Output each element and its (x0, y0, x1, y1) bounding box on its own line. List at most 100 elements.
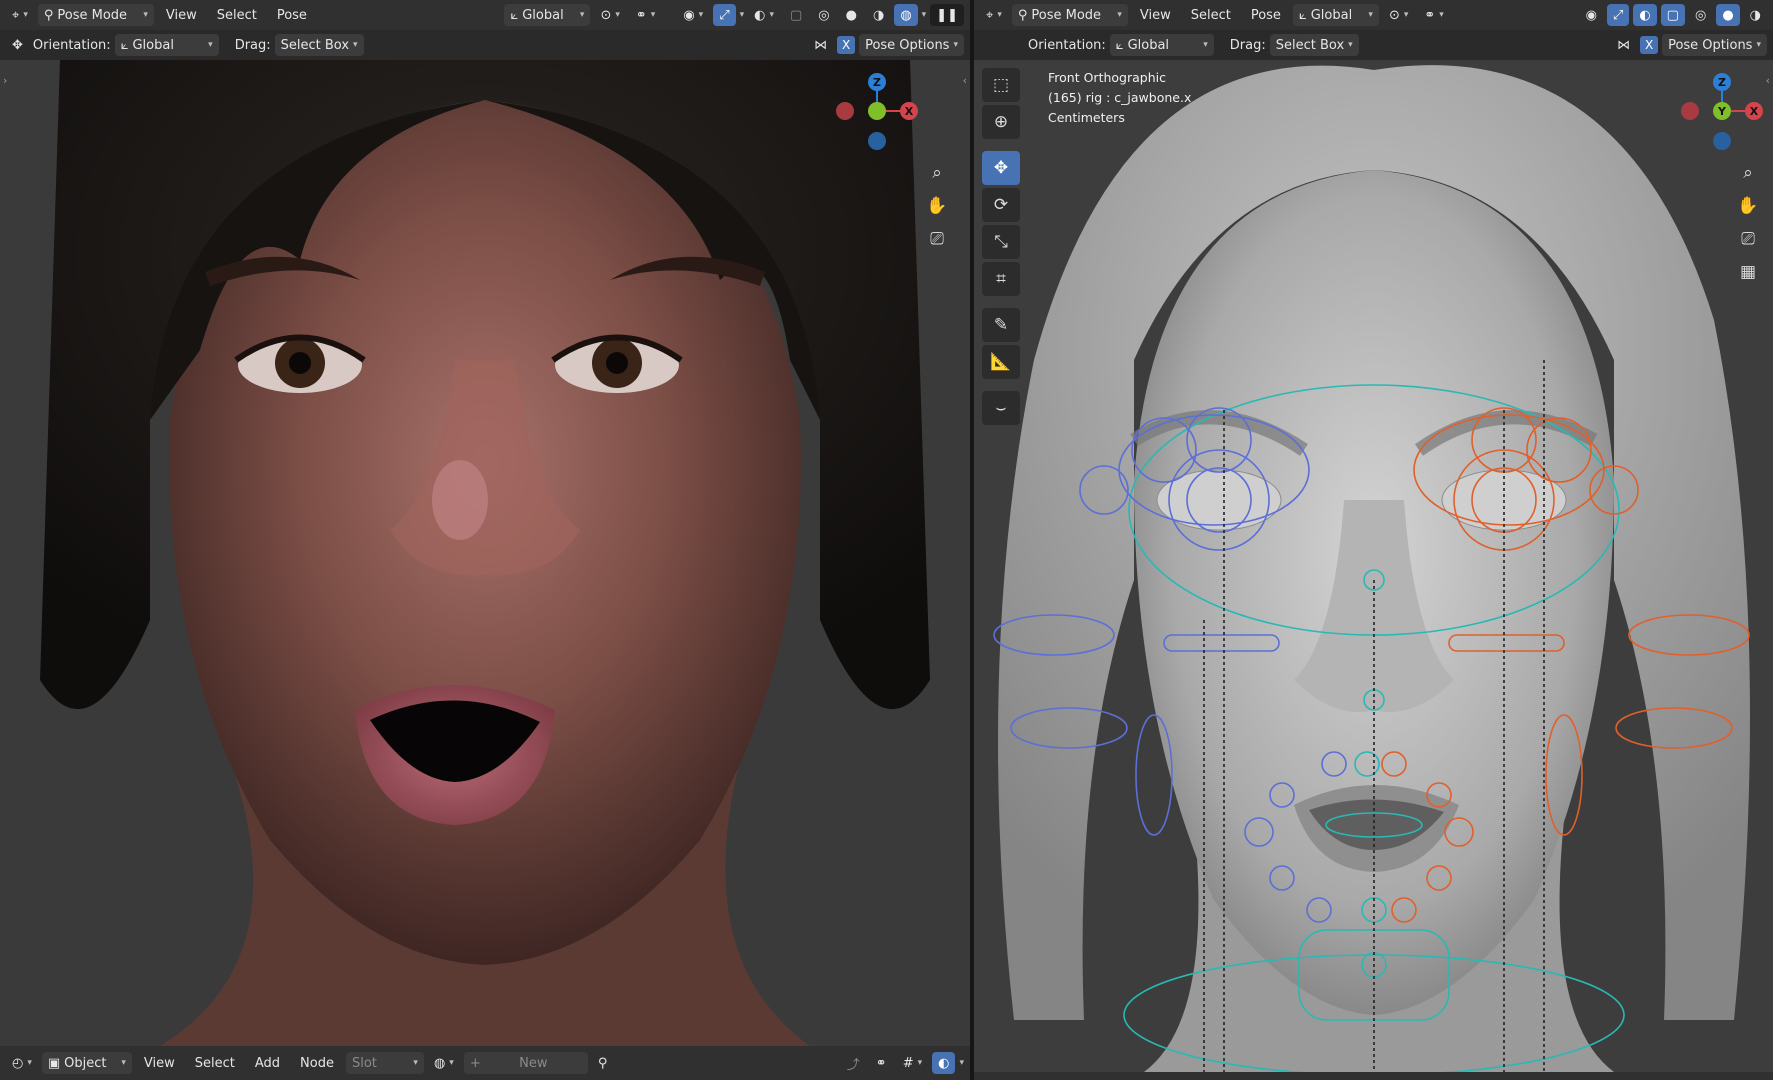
gizmo-neg-z-axis[interactable] (868, 132, 886, 150)
editor-type-button[interactable]: ⌖ ▾ (6, 4, 34, 26)
shading-solid-button[interactable]: ● (840, 4, 863, 26)
shading-material-button[interactable]: ◑ (867, 4, 890, 26)
slot-dropdown[interactable]: Slot ▾ (345, 1052, 424, 1074)
menu-pose[interactable]: Pose (1243, 8, 1289, 23)
gizmo-neg-z-axis[interactable] (1713, 132, 1731, 150)
rotate-icon[interactable]: ⟳ (982, 188, 1020, 222)
snap-button[interactable]: ⚭ ▾ (1418, 4, 1449, 26)
hand-pan-icon[interactable]: ✋ (924, 193, 950, 219)
menu-select[interactable]: Select (187, 1056, 243, 1071)
orientation-dropdown[interactable]: ⟀ Global ▾ (1109, 34, 1214, 56)
right-region-toggle-icon[interactable]: ‹ (963, 74, 967, 87)
right-viewport-header: ⌖ ▾ ⚲ Pose Mode ▾ View Select Pose ⟀ Glob… (974, 0, 1773, 30)
shading-material-button[interactable]: ◑ (1744, 4, 1767, 26)
mirror-options-button[interactable]: ⋈ (808, 34, 833, 56)
transform-orientation-dropdown[interactable]: ⟀ Global ▾ (504, 4, 591, 26)
mirror-options-button[interactable]: ⋈ (1611, 34, 1636, 56)
measure-icon[interactable]: 📐 (982, 345, 1020, 379)
menu-add[interactable]: Add (247, 1056, 288, 1071)
snap-icon: ⚭ (635, 7, 647, 23)
chevron-down-icon[interactable]: ▾ (959, 1058, 964, 1068)
shading-solid-button[interactable]: ● (1716, 4, 1740, 26)
menu-select[interactable]: Select (209, 8, 265, 23)
x-mirror-toggle[interactable]: X (837, 36, 856, 54)
gizmo-toggle[interactable]: ⤢ (1606, 4, 1630, 26)
drag-dropdown[interactable]: Select Box ▾ (1269, 34, 1359, 56)
grid-toggle-icon[interactable]: ▦ (1735, 259, 1761, 285)
shading-wireframe-button[interactable]: ◎ (1689, 4, 1712, 26)
material-browse-button[interactable]: ◍ ▾ (428, 1052, 460, 1074)
snap-button[interactable]: ⚭ ▾ (630, 4, 661, 26)
mode-selector[interactable]: ⚲ Pose Mode ▾ (1011, 4, 1128, 26)
overlay-toggle[interactable]: ◐ (1633, 4, 1657, 26)
zoom-icon[interactable]: ⌕ (1735, 160, 1761, 186)
annotate-icon[interactable]: ✎ (982, 308, 1020, 342)
camera-icon[interactable]: ⎚ (1735, 226, 1761, 252)
camera-icon[interactable]: ⎚ (924, 226, 950, 252)
snap-element-button[interactable]: # ▾ (897, 1052, 928, 1074)
gizmo-z-axis[interactable]: Z (868, 73, 886, 91)
rendered-viewport[interactable]: › ‹ Z X ⌕ ✋ ⎚ (0, 60, 970, 1046)
visibility-button[interactable]: ◉ (1580, 4, 1603, 26)
chevron-down-icon: ▾ (1439, 10, 1444, 20)
mode-selector[interactable]: ⚲ Pose Mode ▾ (37, 4, 154, 26)
menu-node[interactable]: Node (292, 1056, 342, 1071)
gizmo-y-axis[interactable] (868, 102, 886, 120)
drag-dropdown[interactable]: Select Box ▾ (274, 34, 364, 56)
xray-toggle[interactable]: ▢ (1660, 4, 1685, 26)
select-box-icon[interactable]: ⬚ (982, 68, 1020, 102)
mirror-icon: ⋈ (814, 37, 828, 53)
pivot-point-button[interactable]: ⊙ ▾ (1383, 4, 1414, 26)
transform-icon[interactable]: ⌗ (982, 262, 1020, 296)
orientation-dropdown[interactable]: ⟀ Global ▾ (114, 34, 219, 56)
zoom-icon[interactable]: ⌕ (924, 160, 950, 186)
navigation-gizmo[interactable]: Z X (832, 66, 922, 156)
visibility-button[interactable]: ◉ ▾ (677, 4, 709, 26)
menu-pose[interactable]: Pose (269, 8, 315, 23)
navigation-gizmo[interactable]: Z X Y (1677, 66, 1767, 156)
chevron-down-icon[interactable]: ▾ (740, 10, 745, 20)
pause-render-button[interactable]: ❚❚ (930, 4, 964, 26)
move-icon[interactable]: ✥ (982, 151, 1020, 185)
material-shading-icon: ◑ (1749, 7, 1761, 23)
overlay-toggle[interactable]: ◐ ▾ (748, 4, 780, 26)
shader-type-dropdown[interactable]: ▣ Object ▾ (41, 1052, 132, 1074)
scale-icon[interactable]: ⤡ (982, 225, 1020, 259)
gizmo-x-axis[interactable]: X (1745, 102, 1763, 120)
solid-viewport[interactable]: Front Orthographic (165) rig : c_jawbone… (974, 60, 1773, 1072)
gizmo-neg-x-axis[interactable] (1681, 102, 1699, 120)
pose-options-dropdown[interactable]: Pose Options ▾ (1662, 34, 1767, 56)
left-region-toggle-icon[interactable]: › (3, 74, 7, 87)
menu-view[interactable]: View (1132, 8, 1179, 23)
viewport-3d-icon: ⌖ (12, 7, 20, 23)
editor-type-button[interactable]: ◴ ▾ (6, 1052, 38, 1074)
hand-pan-icon[interactable]: ✋ (1735, 193, 1761, 219)
gizmo-toggle[interactable]: ⤢ (713, 4, 736, 26)
pivot-point-button[interactable]: ⊙ ▾ (594, 4, 625, 26)
overlay-toggle[interactable]: ◐ (932, 1052, 956, 1074)
chevron-down-icon[interactable]: ▾ (922, 10, 927, 20)
orientation-label: Orientation: (1028, 37, 1106, 53)
transform-orientation-dropdown[interactable]: ⟀ Global ▾ (1292, 4, 1379, 26)
shading-wireframe-button[interactable]: ◎ (812, 4, 835, 26)
menu-view[interactable]: View (136, 1056, 183, 1071)
cursor-icon[interactable]: ⊕ (982, 105, 1020, 139)
x-mirror-toggle[interactable]: X (1640, 36, 1659, 54)
pin-button[interactable]: ⚲ (592, 1052, 614, 1074)
new-material-button[interactable]: + New (463, 1052, 588, 1074)
shading-rendered-button[interactable]: ◍ (894, 4, 918, 26)
menu-select[interactable]: Select (1183, 8, 1239, 23)
snap-button[interactable]: ⚭ (870, 1052, 893, 1074)
pose-options-dropdown[interactable]: Pose Options ▾ (859, 34, 964, 56)
gizmo-y-axis[interactable]: Y (1713, 102, 1731, 120)
gizmo-z-axis[interactable]: Z (1713, 73, 1731, 91)
editor-type-button[interactable]: ⌖ ▾ (980, 4, 1008, 26)
parent-node-tree-button[interactable]: ⤴ (841, 1052, 866, 1074)
tool-shelf: ⬚ ⊕ ✥ ⟳ ⤡ ⌗ ✎ 📐 ⌣ (982, 68, 1022, 425)
relax-pose-icon[interactable]: ⌣ (982, 391, 1020, 425)
xray-toggle[interactable]: ▢ (784, 4, 808, 26)
menu-view[interactable]: View (158, 8, 205, 23)
gizmo-neg-x-axis[interactable] (836, 102, 854, 120)
gizmo-x-axis[interactable]: X (900, 102, 918, 120)
active-tool-button[interactable]: ✥ (6, 34, 29, 56)
